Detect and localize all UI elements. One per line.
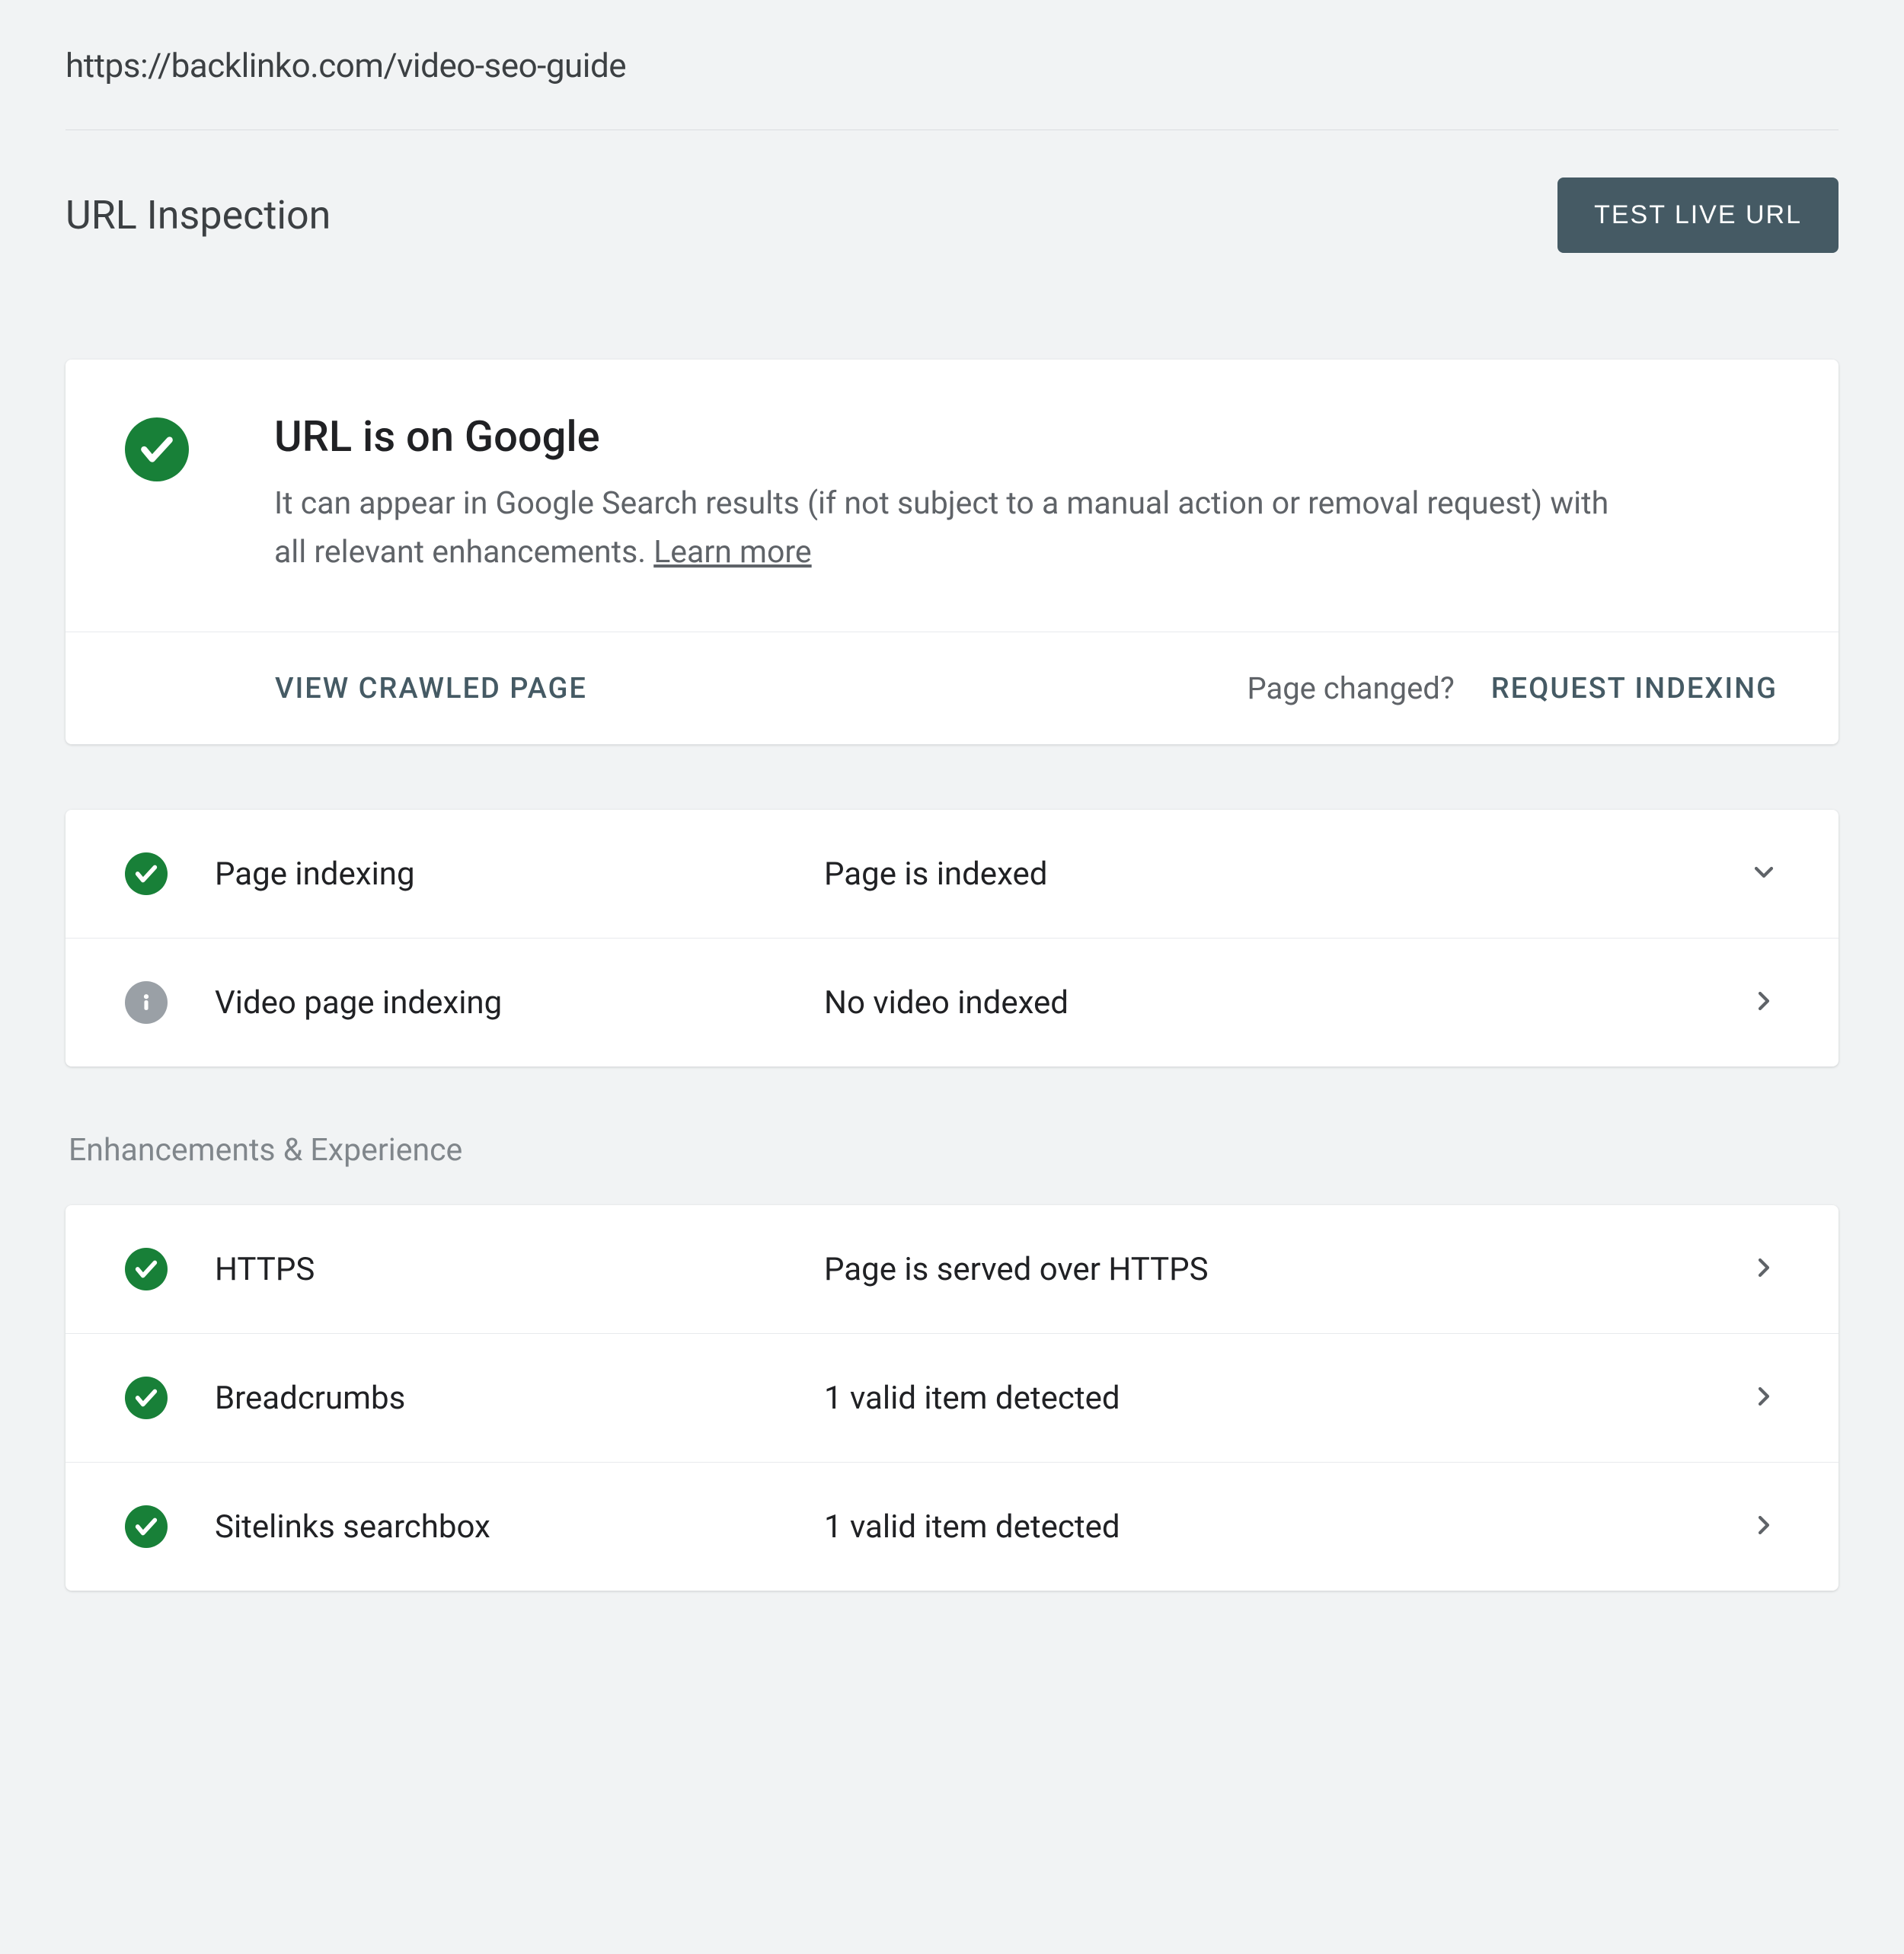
learn-more-link[interactable]: Learn more bbox=[653, 534, 811, 571]
row-label: Sitelinks searchbox bbox=[215, 1508, 824, 1546]
page-title: URL Inspection bbox=[65, 192, 331, 238]
title-row: URL Inspection TEST LIVE URL bbox=[65, 177, 1839, 253]
row-value: 1 valid item detected bbox=[824, 1508, 1749, 1546]
page-indexing-row[interactable]: Page indexing Page is indexed bbox=[65, 810, 1839, 939]
test-live-url-button[interactable]: TEST LIVE URL bbox=[1557, 177, 1839, 253]
breadcrumbs-row[interactable]: Breadcrumbs 1 valid item detected bbox=[65, 1334, 1839, 1463]
sitelinks-searchbox-row[interactable]: Sitelinks searchbox 1 valid item detecte… bbox=[65, 1463, 1839, 1591]
check-icon bbox=[125, 1377, 168, 1419]
row-label: Video page indexing bbox=[215, 984, 824, 1022]
check-icon bbox=[125, 1248, 168, 1290]
status-heading: URL is on Google bbox=[274, 411, 1615, 462]
info-icon bbox=[125, 981, 168, 1024]
status-card: URL is on Google It can appear in Google… bbox=[65, 360, 1839, 744]
check-icon bbox=[125, 1505, 168, 1548]
chevron-right-icon bbox=[1749, 1381, 1779, 1415]
row-value: 1 valid item detected bbox=[824, 1380, 1749, 1417]
chevron-down-icon bbox=[1749, 857, 1779, 891]
row-label: Breadcrumbs bbox=[215, 1380, 824, 1417]
chevron-right-icon bbox=[1749, 986, 1779, 1019]
chevron-right-icon bbox=[1749, 1510, 1779, 1543]
inspected-url[interactable]: https://backlinko.com/video-seo-guide bbox=[65, 46, 1839, 130]
enhancements-card: HTTPS Page is served over HTTPS Breadcru… bbox=[65, 1205, 1839, 1591]
view-crawled-page-button[interactable]: VIEW CRAWLED PAGE bbox=[275, 672, 587, 705]
check-icon bbox=[125, 852, 168, 895]
row-value: Page is indexed bbox=[824, 855, 1749, 893]
indexing-card: Page indexing Page is indexed Video page… bbox=[65, 810, 1839, 1067]
row-value: Page is served over HTTPS bbox=[824, 1251, 1749, 1288]
status-description: It can appear in Google Search results (… bbox=[274, 480, 1615, 577]
https-row[interactable]: HTTPS Page is served over HTTPS bbox=[65, 1205, 1839, 1334]
row-value: No video indexed bbox=[824, 984, 1749, 1022]
row-label: Page indexing bbox=[215, 855, 824, 893]
row-label: HTTPS bbox=[215, 1251, 824, 1288]
video-page-indexing-row[interactable]: Video page indexing No video indexed bbox=[65, 939, 1839, 1067]
request-indexing-button[interactable]: REQUEST INDEXING bbox=[1491, 672, 1778, 705]
enhancements-heading: Enhancements & Experience bbox=[65, 1132, 1839, 1169]
check-icon bbox=[125, 417, 189, 481]
status-main: URL is on Google It can appear in Google… bbox=[65, 360, 1839, 632]
page-changed-label: Page changed? bbox=[1247, 670, 1454, 706]
chevron-right-icon bbox=[1749, 1252, 1779, 1286]
status-actions: VIEW CRAWLED PAGE Page changed? REQUEST … bbox=[65, 632, 1839, 744]
